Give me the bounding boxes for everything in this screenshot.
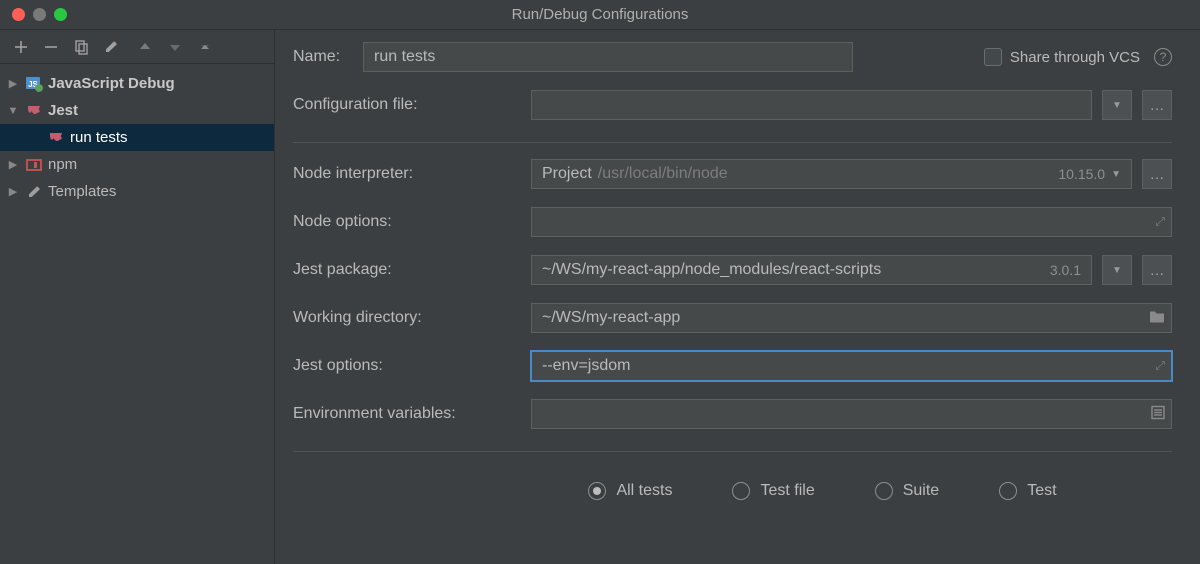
help-icon[interactable]: ? (1154, 48, 1172, 66)
js-debug-icon: JS (24, 75, 44, 93)
folder-icon[interactable] (1149, 310, 1165, 327)
node-interpreter-browse-button[interactable]: … (1142, 159, 1172, 189)
env-vars-label: Environment variables: (293, 405, 521, 423)
name-value: run tests (374, 48, 435, 66)
tree-item-jest[interactable]: ▼ Jest (0, 97, 274, 124)
radio-label: Test file (760, 482, 814, 500)
add-config-button[interactable] (10, 36, 32, 58)
titlebar: Run/Debug Configurations (0, 0, 1200, 30)
share-checkbox[interactable] (984, 48, 1002, 66)
copy-config-button[interactable] (70, 36, 92, 58)
tree-item-label: npm (48, 156, 77, 173)
jest-options-label: Jest options: (293, 357, 521, 375)
test-scope-radios: All tests Test file Suite Test (293, 468, 1172, 500)
radio-test-file[interactable]: Test file (732, 482, 814, 500)
sidebar: ▶ JS JavaScript Debug ▼ Jest (0, 30, 275, 564)
tree-item-label: Jest (48, 102, 78, 119)
chevron-down-icon: ▼ (1112, 265, 1122, 276)
config-file-dropdown[interactable]: ▼ (1102, 90, 1132, 120)
share-label: Share through VCS (1010, 49, 1140, 66)
expand-icon[interactable]: ⤢ (1155, 359, 1165, 374)
list-icon[interactable] (1151, 406, 1165, 423)
config-file-input[interactable] (531, 90, 1092, 120)
node-interpreter-select[interactable]: Project /usr/local/bin/node 10.15.0 ▼ (531, 159, 1132, 189)
remove-config-button[interactable] (40, 36, 62, 58)
config-tree: ▶ JS JavaScript Debug ▼ Jest (0, 64, 274, 211)
working-dir-label: Working directory: (293, 309, 521, 327)
node-interpreter-label: Node interpreter: (293, 165, 521, 183)
config-file-browse-button[interactable]: … (1142, 90, 1172, 120)
separator (293, 451, 1172, 452)
jest-package-select[interactable]: ~/WS/my-react-app/node_modules/react-scr… (531, 255, 1092, 285)
name-label: Name: (293, 48, 353, 66)
radio-circle-icon (732, 482, 750, 500)
node-interpreter-version: 10.15.0 (1058, 166, 1105, 182)
radio-circle-icon (875, 482, 893, 500)
window-title: Run/Debug Configurations (0, 6, 1200, 23)
separator (293, 142, 1172, 143)
jest-package-value: ~/WS/my-react-app/node_modules/react-scr… (542, 261, 881, 279)
move-down-button[interactable] (164, 36, 186, 58)
jest-icon (24, 102, 44, 120)
jest-package-version: 3.0.1 (1050, 262, 1081, 278)
jest-options-input[interactable]: --env=jsdom ⤢ (531, 351, 1172, 381)
radio-suite[interactable]: Suite (875, 482, 939, 500)
jest-options-value: --env=jsdom (542, 357, 630, 375)
node-options-input[interactable]: ⤢ (531, 207, 1172, 237)
sidebar-toolbar (0, 30, 274, 64)
node-interpreter-path: /usr/local/bin/node (598, 165, 728, 183)
chevron-down-icon: ▼ (1112, 100, 1122, 111)
wrench-icon (24, 183, 44, 201)
working-dir-input[interactable]: ~/WS/my-react-app (531, 303, 1172, 333)
radio-circle-icon (588, 482, 606, 500)
edit-templates-button[interactable] (100, 36, 122, 58)
name-input[interactable]: run tests (363, 42, 853, 72)
chevron-right-icon: ▶ (6, 158, 20, 171)
npm-icon (24, 156, 44, 174)
jest-package-label: Jest package: (293, 261, 521, 279)
chevron-down-icon: ▼ (6, 105, 20, 117)
working-dir-value: ~/WS/my-react-app (542, 309, 680, 327)
radio-label: All tests (616, 482, 672, 500)
jest-package-browse-button[interactable]: … (1142, 255, 1172, 285)
radio-label: Suite (903, 482, 939, 500)
tree-item-label: run tests (70, 129, 128, 146)
chevron-right-icon: ▶ (6, 185, 20, 198)
jest-package-dropdown[interactable]: ▼ (1102, 255, 1132, 285)
env-vars-input[interactable] (531, 399, 1172, 429)
radio-test[interactable]: Test (999, 482, 1056, 500)
tree-item-run-tests[interactable]: run tests (0, 124, 274, 151)
node-interpreter-prefix: Project (542, 165, 592, 183)
radio-label: Test (1027, 482, 1056, 500)
tree-item-npm[interactable]: ▶ npm (0, 151, 274, 178)
node-options-label: Node options: (293, 213, 521, 231)
config-file-label: Configuration file: (293, 96, 521, 114)
chevron-down-icon: ▼ (1111, 169, 1121, 180)
expand-all-button[interactable] (194, 36, 216, 58)
radio-circle-icon (999, 482, 1017, 500)
share-through-vcs[interactable]: Share through VCS ? (984, 48, 1172, 66)
move-up-button[interactable] (134, 36, 156, 58)
jest-icon (46, 129, 66, 147)
tree-item-label: JavaScript Debug (48, 75, 175, 92)
chevron-right-icon: ▶ (6, 77, 20, 90)
tree-item-label: Templates (48, 183, 116, 200)
tree-item-javascript-debug[interactable]: ▶ JS JavaScript Debug (0, 70, 274, 97)
tree-item-templates[interactable]: ▶ Templates (0, 178, 274, 205)
expand-icon[interactable]: ⤢ (1155, 215, 1165, 230)
radio-all-tests[interactable]: All tests (588, 482, 672, 500)
form-panel: Name: run tests Share through VCS ? Conf… (275, 30, 1200, 564)
